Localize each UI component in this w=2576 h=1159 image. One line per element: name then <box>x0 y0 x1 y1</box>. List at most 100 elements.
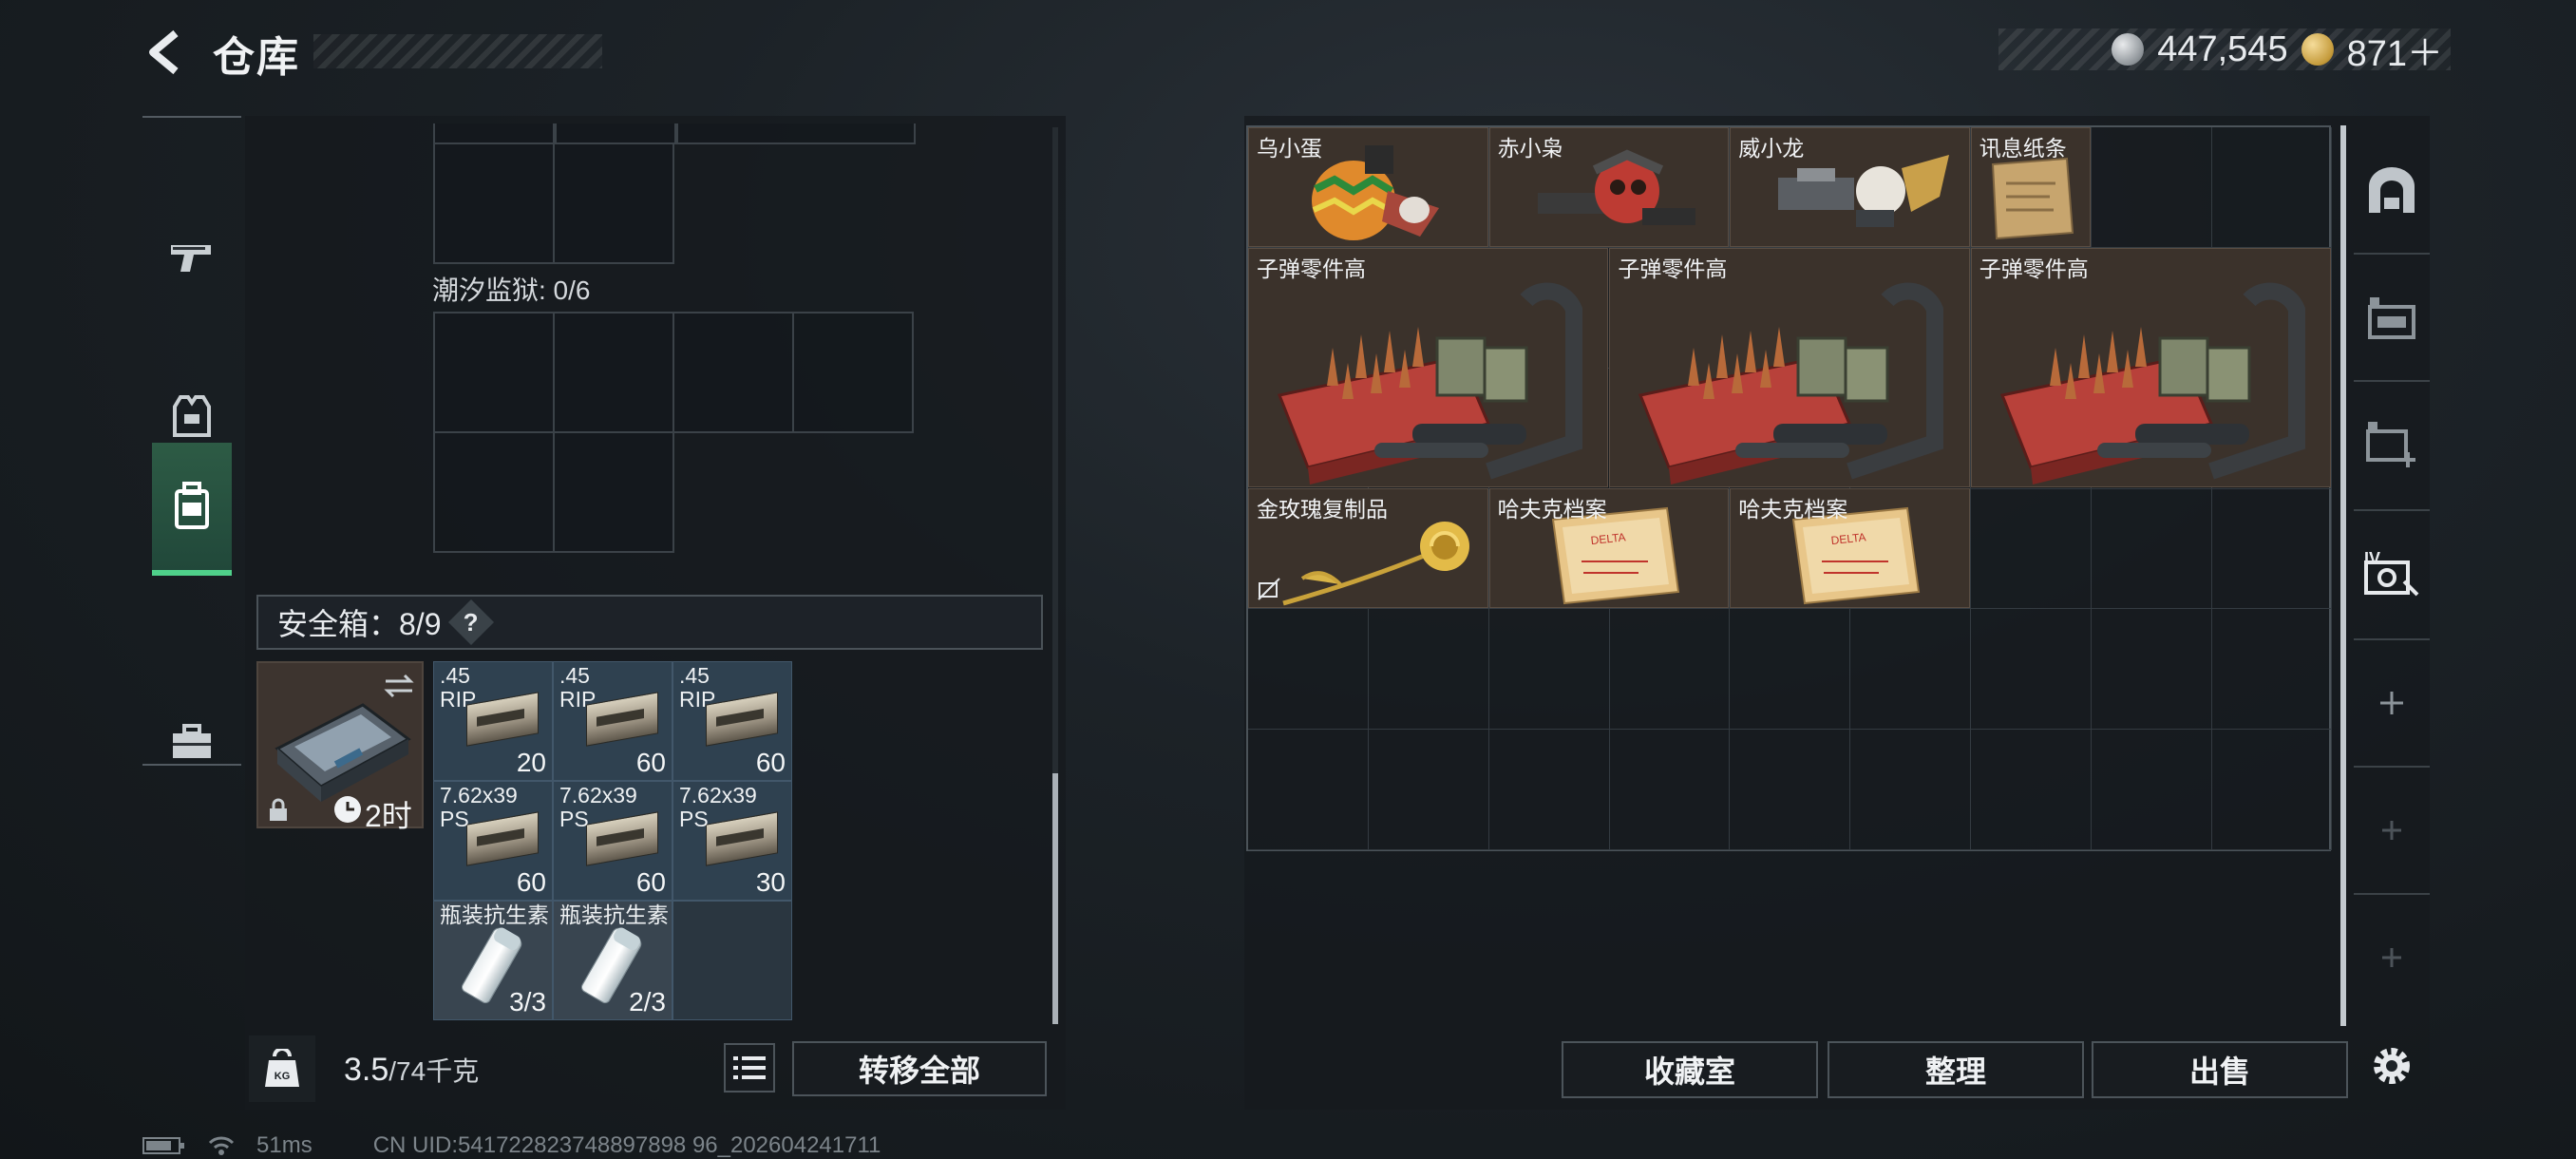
list-view-button[interactable] <box>724 1043 775 1092</box>
stash-cell[interactable] <box>1368 730 1489 850</box>
sort-button[interactable]: 整理 <box>1828 1041 2084 1098</box>
stash-tab-4[interactable]: IV <box>2350 517 2434 631</box>
collection-room-button[interactable]: 收藏室 <box>1562 1041 1818 1098</box>
stash-cell[interactable] <box>2211 730 2333 850</box>
slot-item-count: 60 <box>635 867 666 897</box>
safe-box-timer: 2时 <box>365 799 412 833</box>
add-stash-button-locked[interactable] <box>2350 773 2434 887</box>
safe-box-slot[interactable]: .45 RIP 60 <box>553 661 672 781</box>
help-button[interactable]: ? <box>447 598 494 646</box>
stash-cell[interactable] <box>2091 609 2212 731</box>
container-cell[interactable] <box>676 124 916 144</box>
stash-cell[interactable] <box>1368 609 1489 731</box>
settings-button[interactable] <box>2350 1009 2434 1123</box>
gold-currency-value[interactable]: 871＋ <box>2347 24 2443 76</box>
stash-cell[interactable] <box>1248 609 1369 731</box>
safe-box-header: 安全箱：8/9 ? <box>256 595 1043 650</box>
sell-button[interactable]: 出售 <box>2092 1041 2348 1098</box>
stash-item[interactable]: 金玫瑰复制品 <box>1248 488 1488 609</box>
storage-level-iv-icon: IV <box>2364 549 2419 597</box>
slot-item-count: 3/3 <box>509 987 546 1016</box>
safe-box-slot[interactable]: 瓶装抗生素 3/3 <box>433 901 553 1020</box>
container-cell[interactable] <box>792 312 914 433</box>
nav-item-case[interactable] <box>152 676 232 809</box>
stash-item[interactable]: DELTA 哈夫克档案 <box>1730 488 1970 609</box>
safe-box-item[interactable]: 2时 <box>256 661 424 833</box>
swap-icon[interactable] <box>382 673 416 699</box>
slot-item-subtype: RIP <box>440 687 477 712</box>
stash-cell[interactable] <box>1970 609 2092 731</box>
stash-cell[interactable] <box>2091 127 2212 248</box>
safe-box-slot[interactable]: 瓶装抗生素 2/3 <box>553 901 672 1020</box>
stash-item[interactable]: DELTA 哈夫克档案 <box>1488 488 1730 609</box>
stash-item[interactable]: 子弹零件高 <box>1609 247 1970 488</box>
slot-item-count: 2/3 <box>629 987 666 1016</box>
safe-box-slot[interactable]: .45 RIP 20 <box>433 661 553 781</box>
battery-icon <box>142 1137 184 1154</box>
status-line: 51ms CN UID:541722823748897898 96_202604… <box>142 1132 881 1159</box>
safe-box-slot[interactable]: 7.62x39 PS 60 <box>433 781 553 901</box>
plus-icon <box>2382 948 2401 967</box>
stash-tab-3[interactable] <box>2350 388 2434 502</box>
clock-icon <box>334 796 361 823</box>
svg-text:IV: IV <box>2364 549 2380 568</box>
uid-text: CN UID:541722823748897898 96_20260424171… <box>372 1132 881 1158</box>
stash-cell[interactable] <box>1609 730 1731 850</box>
stash-cell[interactable] <box>1488 609 1610 731</box>
transfer-all-button[interactable]: 转移全部 <box>792 1041 1047 1096</box>
briefcase-icon <box>173 724 211 758</box>
stash-cell[interactable] <box>1850 609 1971 731</box>
container-cell[interactable] <box>433 124 555 144</box>
safe-box-slot[interactable]: 7.62x39 PS 30 <box>672 781 792 901</box>
back-button[interactable] <box>139 27 190 78</box>
stash-cell[interactable] <box>1730 730 1851 850</box>
stash-cell[interactable] <box>1970 730 2092 850</box>
stash-cell[interactable] <box>1970 488 2092 610</box>
stash-item[interactable]: 赤小枭 <box>1488 127 1730 247</box>
stash-cell[interactable] <box>1850 730 1971 850</box>
stash-item[interactable]: 威小龙 <box>1730 127 1970 247</box>
slot-item-name: .45 <box>440 663 470 688</box>
stash-item-name: 乌小蛋 <box>1257 136 1322 161</box>
safe-box-slot[interactable]: 7.62x39 PS 60 <box>553 781 672 901</box>
slot-item-count: 60 <box>516 867 546 897</box>
container-cell[interactable] <box>433 312 555 433</box>
slot-item-subtype: PS <box>559 807 589 831</box>
stash-cell[interactable] <box>2211 127 2333 248</box>
container-cell[interactable] <box>672 312 794 433</box>
stash-cell[interactable] <box>1609 609 1731 731</box>
stash-cell[interactable] <box>2091 730 2212 850</box>
container-cell[interactable] <box>433 142 555 264</box>
stash-item[interactable]: 乌小蛋 <box>1248 127 1488 247</box>
container-cell[interactable] <box>555 124 676 144</box>
slot-item-name: 7.62x39 <box>440 783 518 808</box>
slot-item-count: 60 <box>635 748 666 777</box>
stash-item[interactable]: 子弹零件高 <box>1248 247 1609 488</box>
container-cell[interactable] <box>553 431 674 553</box>
weight-icon: KG <box>249 1036 315 1102</box>
nav-item-weapon[interactable] <box>152 190 232 323</box>
weight-readout: 3.5/74千克 <box>344 1051 479 1089</box>
stash-cell[interactable] <box>2211 609 2333 731</box>
stash-cell[interactable] <box>2211 488 2333 610</box>
stash-cell[interactable] <box>1730 609 1851 731</box>
inventory-scroll-thumb[interactable] <box>1052 773 1058 1024</box>
container-cell[interactable] <box>553 312 674 433</box>
safe-box-slot[interactable]: .45 RIP 60 <box>672 661 792 781</box>
stash-item[interactable]: 子弹零件高 <box>1970 247 2332 488</box>
add-stash-button[interactable] <box>2350 646 2434 760</box>
stash-scroll-thumb[interactable] <box>2340 125 2346 1026</box>
container-cell[interactable] <box>553 142 674 264</box>
stash-tab-2[interactable] <box>2350 260 2434 374</box>
stash-cell[interactable] <box>1488 730 1610 850</box>
nav-item-backpack[interactable] <box>152 443 232 576</box>
note-icon <box>1991 157 2074 240</box>
safe-box-slot-empty[interactable] <box>672 901 792 1020</box>
stash-cell[interactable] <box>1248 730 1369 850</box>
stash-item[interactable]: 讯息纸条 <box>1970 127 2091 247</box>
container-cell[interactable] <box>433 431 555 553</box>
stash-tab-home[interactable] <box>2350 133 2434 247</box>
add-stash-button-locked[interactable] <box>2350 901 2434 1015</box>
stash-item-name: 子弹零件高 <box>1618 256 1728 281</box>
stash-cell[interactable] <box>2091 488 2212 610</box>
